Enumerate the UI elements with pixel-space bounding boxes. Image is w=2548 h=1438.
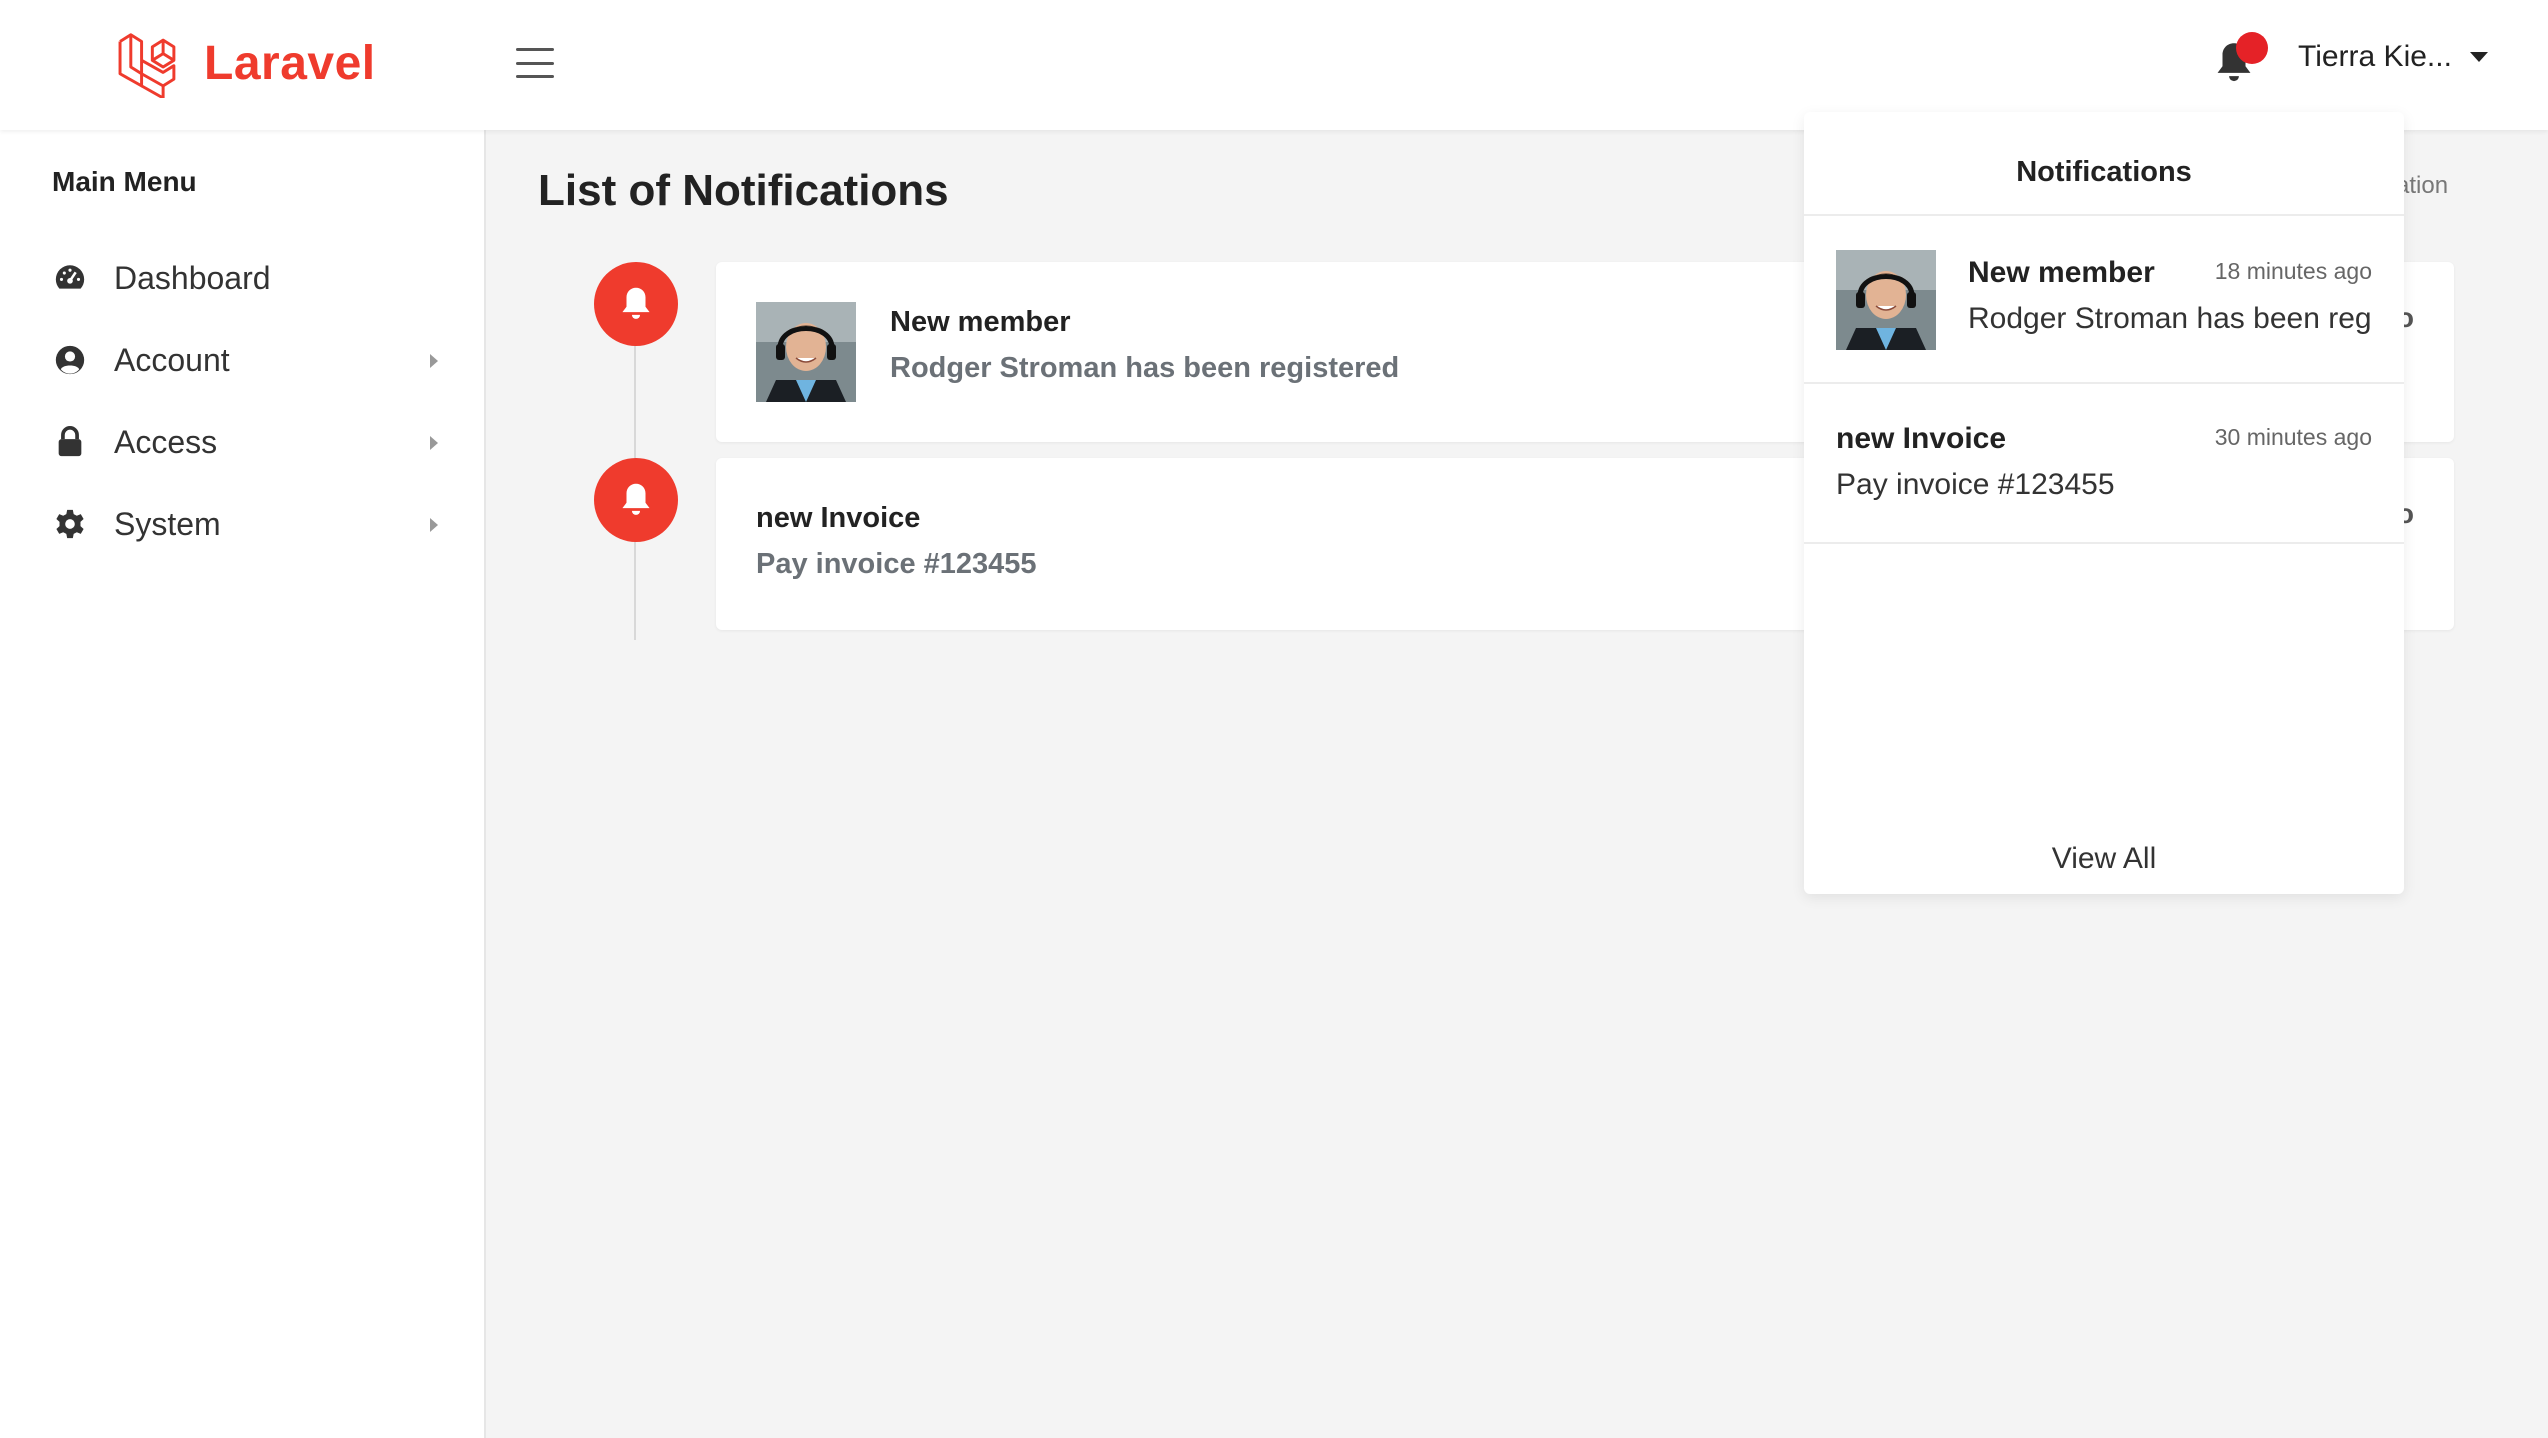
notification-time: 18 minutes ago (2214, 258, 2372, 284)
chevron-right-icon (430, 354, 438, 368)
notification-badge (2236, 32, 2268, 64)
hamburger-icon[interactable] (516, 48, 554, 78)
page-title: List of Notifications (538, 166, 949, 215)
dashboard-gauge-icon (52, 260, 88, 296)
brand-logo[interactable]: Laravel (114, 28, 376, 98)
timeline-card-text: Pay invoice #123455 (756, 548, 1037, 580)
sidebar-item-dashboard[interactable]: Dashboard (52, 248, 452, 308)
user-menu[interactable]: Tierra Kie... (2298, 40, 2488, 74)
chevron-right-icon (430, 518, 438, 532)
sidebar-item-system[interactable]: System (52, 494, 452, 554)
notification-item[interactable]: new Invoice 30 minutes ago Pay invoice #… (1804, 384, 2404, 544)
notification-time: 30 minutes ago (2214, 424, 2372, 450)
timeline-card-text: Rodger Stroman has been registered (890, 352, 1400, 384)
laravel-logo-icon (118, 33, 176, 98)
avatar (1836, 250, 1936, 350)
lock-icon (52, 424, 88, 460)
notifications-button[interactable] (2210, 32, 2268, 88)
gear-icon (52, 506, 88, 542)
user-circle-icon (52, 342, 88, 378)
user-name: Tierra Kie... (2298, 40, 2452, 73)
timeline-bell-badge (594, 262, 678, 346)
timeline-bell-badge (594, 458, 678, 542)
sidebar-item-label: Account (114, 341, 230, 378)
timeline-card-title: new Invoice (756, 502, 921, 534)
timeline-card-title: New member (890, 306, 1071, 338)
chevron-right-icon (430, 436, 438, 450)
notifications-dropdown: Notifications New member 18 minutes ago … (1804, 112, 2404, 894)
avatar (756, 302, 856, 402)
sidebar-item-label: System (114, 505, 221, 542)
sidebar-item-account[interactable]: Account (52, 330, 452, 390)
sidebar-title: Main Menu (52, 166, 197, 197)
caret-down-icon (2469, 52, 2488, 62)
notification-item[interactable]: New member 18 minutes ago Rodger Stroman… (1804, 218, 2404, 384)
view-all-link[interactable]: View All (1804, 842, 2404, 876)
brand-name: Laravel (204, 36, 376, 90)
notification-title: New member (1968, 256, 2155, 289)
notification-title: new Invoice (1836, 422, 2007, 455)
sidebar-item-access[interactable]: Access (52, 412, 452, 472)
sidebar-item-label: Dashboard (114, 259, 271, 296)
top-navbar: Laravel Tierra Kie... (0, 0, 2548, 130)
notification-text: Pay invoice #123455 (1836, 468, 2115, 501)
notification-text: Rodger Stroman has been registered (1968, 302, 2372, 335)
sidebar: Main Menu Dashboard Account Access Syste… (0, 130, 486, 1438)
dropdown-title: Notifications (1804, 112, 2404, 216)
bell-icon (622, 483, 650, 515)
sidebar-item-label: Access (114, 423, 218, 460)
bell-icon (622, 287, 650, 319)
